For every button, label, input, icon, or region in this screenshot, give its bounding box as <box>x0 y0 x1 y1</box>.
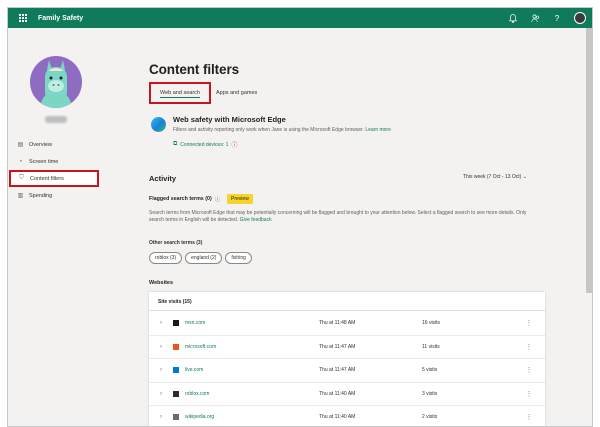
week-range-label: This week (7 Oct - 13 Oct) <box>463 174 522 180</box>
edge-info: Web safety with Microsoft Edge Filters a… <box>151 115 391 149</box>
info-icon[interactable]: ⓘ <box>231 140 237 149</box>
main-content: Content filters Web and search Apps and … <box>106 28 592 426</box>
spending-icon: ▥ <box>17 193 24 199</box>
chevron-right-icon[interactable]: › <box>160 367 162 373</box>
connected-devices-label: Connected devices: 1 <box>180 141 229 148</box>
page-title: Content filters <box>149 62 240 77</box>
msn-icon <box>173 320 179 327</box>
other-search-terms-label: Other search terms (3) <box>149 240 203 246</box>
sidebar-item-label: Content filters <box>30 175 64 182</box>
tab-web-and-search[interactable]: Web and search <box>149 82 211 104</box>
chevron-down-icon: ⌄ <box>522 174 527 180</box>
websites-heading: Websites <box>149 280 174 286</box>
search-term-chip[interactable]: fishing <box>225 252 252 264</box>
top-actions: ? <box>508 12 592 24</box>
search-term-chip[interactable]: roblox (3) <box>149 252 183 264</box>
chevron-right-icon[interactable]: › <box>160 414 162 420</box>
bell-icon[interactable] <box>508 13 518 23</box>
site-name[interactable]: wikipedia.org <box>185 414 214 420</box>
edge-description-text: Filters and activity reporting only work… <box>173 127 364 133</box>
user-avatar[interactable] <box>574 12 586 24</box>
visit-count: 2 visits <box>422 414 438 421</box>
screen-time-icon: ◔ <box>18 158 23 165</box>
chevron-right-icon[interactable]: › <box>160 320 162 326</box>
learn-more-link[interactable]: Learn more <box>365 127 391 133</box>
site-name[interactable]: roblox.com <box>185 391 209 397</box>
more-options-icon[interactable]: ⋮ <box>526 320 532 327</box>
site-name[interactable]: msn.com <box>185 320 205 326</box>
edge-icon <box>151 117 166 132</box>
overview-icon: ▤ <box>17 142 24 148</box>
sidebar-item-label: Spending <box>29 192 53 199</box>
more-options-icon[interactable]: ⋮ <box>526 343 532 350</box>
activity-heading: Activity <box>149 174 177 183</box>
week-range-dropdown[interactable]: This week (7 Oct - 13 Oct) ⌄ <box>463 174 527 180</box>
table-row[interactable]: › microsoft.com Thu at 11:47 AM 11 visits ⋮ <box>149 336 545 359</box>
table-row[interactable]: › msn.com Thu at 11:48 AM 16 visits ⋮ <box>149 312 545 336</box>
wikipedia-icon <box>173 414 179 421</box>
site-visits-label: Site visits (15) <box>158 299 192 305</box>
last-visit-time: Thu at 11:48 AM <box>319 320 356 327</box>
scrollbar[interactable] <box>586 28 592 293</box>
app-window: Family Safety ? ▤ Overview ◔ Screen time… <box>7 7 593 427</box>
flagged-search-terms: Flagged search terms (0) ⓘ Preview <box>149 194 253 204</box>
flagged-label: Flagged search terms (0) <box>149 196 212 202</box>
more-options-icon[interactable]: ⋮ <box>526 390 532 397</box>
info-icon[interactable]: ⓘ <box>215 195 220 203</box>
blurred-child-name <box>45 116 67 123</box>
sidebar-item-label: Overview <box>29 141 52 148</box>
visit-count: 3 visits <box>422 390 438 397</box>
search-term-chips: roblox (3) england (2) fishing <box>149 252 252 264</box>
visit-count: 5 visits <box>422 367 438 374</box>
connected-devices-link[interactable]: ⧉ Connected devices: 1 ⓘ <box>173 140 391 149</box>
help-icon[interactable]: ? <box>552 13 562 23</box>
top-bar: Family Safety ? <box>8 8 592 28</box>
last-visit-time: Thu at 11:47 AM <box>319 367 356 374</box>
last-visit-time: Thu at 11:40 AM <box>319 390 356 397</box>
tab-apps-and-games[interactable]: Apps and games <box>211 82 262 104</box>
devices-icon: ⧉ <box>173 141 178 147</box>
more-options-icon[interactable]: ⋮ <box>526 414 532 421</box>
site-name[interactable]: live.com <box>185 367 203 373</box>
sidebar-item-spending[interactable]: ▥ Spending <box>8 187 106 204</box>
sidebar-item-content-filters[interactable]: ⛉ Content filters <box>9 170 99 187</box>
sidebar-item-label: Screen time <box>29 158 59 165</box>
sidebar-item-screen-time[interactable]: ◔ Screen time <box>8 153 106 170</box>
more-options-icon[interactable]: ⋮ <box>526 367 532 374</box>
table-row[interactable]: › wikipedia.org Thu at 11:40 AM 2 visits ⋮ <box>149 406 545 426</box>
shield-icon: ⛉ <box>19 175 24 181</box>
sidebar-nav: ▤ Overview ◔ Screen time ⛉ Content filte… <box>8 136 106 204</box>
chevron-right-icon[interactable]: › <box>160 391 162 397</box>
divider <box>149 310 545 311</box>
tab-bar: Web and search Apps and games <box>149 82 262 104</box>
give-feedback-link[interactable]: Give feedback <box>240 217 272 223</box>
site-name[interactable]: microsoft.com <box>185 344 216 350</box>
chevron-right-icon[interactable]: › <box>160 344 162 350</box>
live-icon <box>173 367 179 374</box>
search-term-chip[interactable]: england (2) <box>185 252 223 264</box>
last-visit-time: Thu at 11:40 AM <box>319 414 356 421</box>
roblox-icon <box>173 390 179 397</box>
sidebar-item-overview[interactable]: ▤ Overview <box>8 136 106 153</box>
visit-count: 11 visits <box>422 343 440 350</box>
llama-avatar <box>30 56 82 108</box>
edge-title: Web safety with Microsoft Edge <box>173 115 286 124</box>
preview-badge: Preview <box>227 194 253 204</box>
visit-count: 16 visits <box>422 320 441 327</box>
last-visit-time: Thu at 11:47 AM <box>319 343 356 350</box>
app-title: Family Safety <box>38 14 84 22</box>
websites-card: Site visits (15) › msn.com Thu at 11:48 AM… <box>149 292 545 426</box>
table-row[interactable]: › roblox.com Thu at 11:40 AM 3 visits ⋮ <box>149 383 545 406</box>
people-icon[interactable] <box>530 13 540 23</box>
site-list: › msn.com Thu at 11:48 AM 16 visits ⋮ › micros… <box>149 312 545 426</box>
flagged-description-text: Search terms from Microsoft Edge that ma… <box>149 210 527 224</box>
edge-description: Filters and activity reporting only work… <box>173 127 391 133</box>
flagged-description: Search terms from Microsoft Edge that ma… <box>149 210 539 225</box>
table-row[interactable]: › live.com Thu at 11:47 AM 5 visits ⋮ <box>149 359 545 383</box>
sidebar: ▤ Overview ◔ Screen time ⛉ Content filte… <box>8 28 106 426</box>
microsoft-icon <box>173 343 179 350</box>
app-launcher-icon[interactable] <box>14 8 32 28</box>
